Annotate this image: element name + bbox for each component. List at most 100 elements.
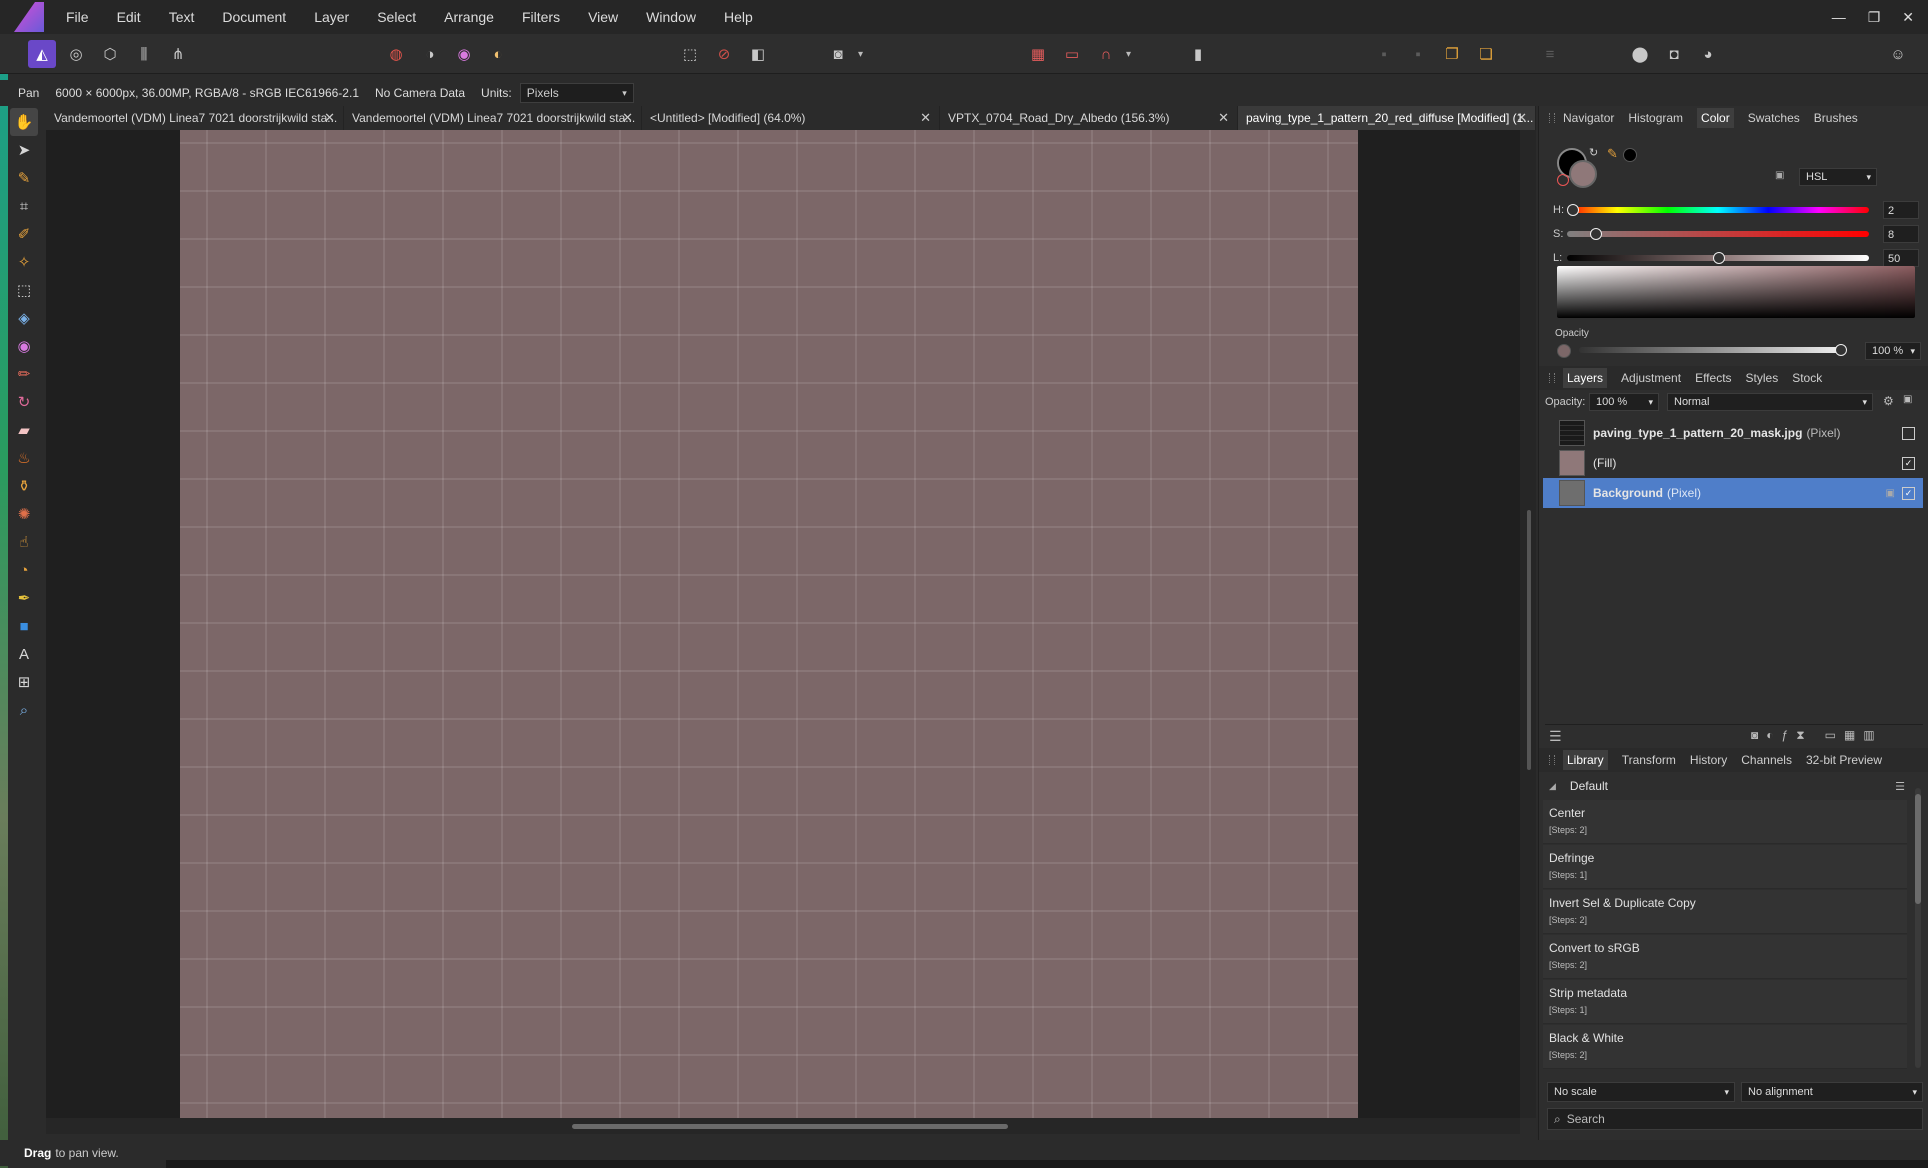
macro-item[interactable]: Invert Sel & Duplicate Copy [Steps: 2] xyxy=(1543,890,1907,934)
rectangle-tool-icon[interactable]: ■ xyxy=(10,612,38,640)
pen-tool-icon[interactable]: ✒ xyxy=(10,584,38,612)
hue-slider[interactable] xyxy=(1567,204,1869,216)
lock-icon[interactable]: ▣ xyxy=(1775,170,1784,181)
macro-item[interactable]: Center [Steps: 2] xyxy=(1543,800,1907,844)
force-pixel-align-icon[interactable]: ▭ xyxy=(1058,40,1086,68)
doc-tab-3[interactable]: <Untitled> [Modified] (64.0%) ✕ xyxy=(642,106,940,130)
subtract-shape-icon[interactable]: ◘ xyxy=(1660,40,1688,68)
menu-filters[interactable]: Filters xyxy=(508,0,574,34)
crop-tool-icon[interactable]: ⌗ xyxy=(10,192,38,220)
menu-text[interactable]: Text xyxy=(155,0,209,34)
close-icon[interactable]: ✕ xyxy=(622,106,633,130)
magic-wand-tool-icon[interactable]: ✧ xyxy=(10,248,38,276)
eyedropper-icon[interactable]: ✎ xyxy=(1607,146,1618,162)
close-icon[interactable]: ✕ xyxy=(920,106,931,130)
tab-effects[interactable]: Effects xyxy=(1695,371,1731,385)
color-replacement-tool-icon[interactable]: ↻ xyxy=(10,388,38,416)
library-scrollbar-thumb[interactable] xyxy=(1915,794,1921,904)
layer-row[interactable]: (Fill) ✓ xyxy=(1543,448,1923,478)
align-icon[interactable]: ≡ xyxy=(1536,40,1564,68)
opacity-slider-knob[interactable] xyxy=(1835,344,1847,356)
deselect-icon[interactable]: ⊘ xyxy=(710,40,738,68)
tab-history[interactable]: History xyxy=(1690,753,1727,767)
layer-row-selected[interactable]: Background (Pixel) ▣ ✓ xyxy=(1543,478,1923,508)
panel-grip-icon[interactable] xyxy=(1549,113,1555,123)
erase-tool-icon[interactable]: ▰ xyxy=(10,416,38,444)
export-persona-icon[interactable]: ⋔ xyxy=(164,40,192,68)
develop-persona-icon[interactable]: ⬡ xyxy=(96,40,124,68)
layer-opacity-dropdown[interactable]: 100 % ▾ xyxy=(1589,393,1659,411)
minimize-icon[interactable]: — xyxy=(1832,9,1846,25)
menu-select[interactable]: Select xyxy=(363,0,430,34)
chevron-down-icon[interactable]: ▾ xyxy=(858,49,868,60)
canvas-area[interactable] xyxy=(46,130,1520,1118)
clone-tool-icon[interactable]: ⚱ xyxy=(10,472,38,500)
hue-value-field[interactable]: 2 xyxy=(1883,201,1919,219)
saturation-slider-knob[interactable] xyxy=(1590,228,1603,240)
layer-row[interactable]: paving_type_1_pattern_20_mask.jpg (Pixel… xyxy=(1543,418,1923,448)
invert-selection-icon[interactable]: ◧ xyxy=(744,40,772,68)
tab-styles[interactable]: Styles xyxy=(1746,371,1779,385)
macro-item[interactable]: Convert to sRGB [Steps: 2] xyxy=(1543,935,1907,979)
document-image-brick-pattern[interactable] xyxy=(180,130,1358,1118)
fx-icon[interactable]: ƒ xyxy=(1782,728,1789,743)
close-icon[interactable]: ✕ xyxy=(324,106,335,130)
chevron-down-icon[interactable]: ▾ xyxy=(1126,49,1136,60)
tab-transform[interactable]: Transform xyxy=(1622,753,1676,767)
macro-item[interactable]: Strip metadata [Steps: 1] xyxy=(1543,980,1907,1024)
intersect-shape-icon[interactable]: ◕ xyxy=(1694,40,1722,68)
selection-brush-tool-icon[interactable]: ✐ xyxy=(10,220,38,248)
saturation-slider[interactable] xyxy=(1567,228,1869,240)
blend-mode-dropdown[interactable]: Normal ▾ xyxy=(1667,393,1873,411)
close-icon[interactable]: ✕ xyxy=(1218,106,1229,130)
color-picker-tool-icon[interactable]: ✎ xyxy=(10,164,38,192)
quick-mask-icon[interactable]: ◙ xyxy=(824,40,852,68)
library-category-header[interactable]: ◢ Default ☰ xyxy=(1545,776,1911,796)
visibility-checkbox[interactable]: ✓ xyxy=(1902,486,1915,500)
text-tool-icon[interactable]: A xyxy=(10,640,38,668)
hue-slider-knob[interactable] xyxy=(1567,204,1579,216)
menu-edit[interactable]: Edit xyxy=(103,0,155,34)
panel-grip-icon[interactable] xyxy=(1549,373,1555,383)
live-filter-icon[interactable]: ⧗ xyxy=(1796,728,1804,743)
gear-icon[interactable]: ⚙ xyxy=(1883,394,1894,408)
red-eye-tool-icon[interactable]: ✺ xyxy=(10,500,38,528)
move-back-icon[interactable]: ▪ xyxy=(1370,40,1398,68)
tab-color[interactable]: Color xyxy=(1697,108,1734,128)
move-to-front-icon[interactable]: ❐ xyxy=(1438,40,1466,68)
move-tool-icon[interactable]: ➤ xyxy=(10,136,38,164)
opacity-slider[interactable] xyxy=(1579,344,1847,356)
auto-white-balance-icon[interactable]: ◐ xyxy=(484,40,512,68)
auto-levels-icon[interactable]: ◍ xyxy=(382,40,410,68)
move-forward-icon[interactable]: ▪ xyxy=(1404,40,1432,68)
opacity-value-dropdown[interactable]: 100 % ▾ xyxy=(1865,342,1921,360)
liquify-persona-icon[interactable]: ◎ xyxy=(62,40,90,68)
menu-arrange[interactable]: Arrange xyxy=(430,0,508,34)
user-account-icon[interactable]: ☺ xyxy=(1884,40,1912,68)
scale-dropdown[interactable]: No scale ▾ xyxy=(1547,1082,1735,1102)
doc-tab-5-active[interactable]: paving_type_1_pattern_20_red_diffuse [Mo… xyxy=(1238,106,1536,130)
tab-adjustment[interactable]: Adjustment xyxy=(1621,371,1681,385)
picked-color-swatch[interactable] xyxy=(1623,148,1637,162)
add-shape-icon[interactable]: ⬤ xyxy=(1626,40,1654,68)
marquee-tool-icon[interactable]: ⬚ xyxy=(10,276,38,304)
tone-mapping-persona-icon[interactable]: ⫼ xyxy=(130,40,158,68)
visibility-checkbox[interactable] xyxy=(1902,426,1915,440)
add-pixel-layer-icon[interactable]: ▦ xyxy=(1844,728,1855,743)
auto-contrast-icon[interactable]: ◑ xyxy=(416,40,444,68)
menu-view[interactable]: View xyxy=(574,0,632,34)
mesh-warp-tool-icon[interactable]: ⊞ xyxy=(10,668,38,696)
lightness-value-field[interactable]: 50 xyxy=(1883,249,1919,267)
collapse-triangle-icon[interactable]: ◢ xyxy=(1549,781,1556,792)
group-folder-icon[interactable]: ▭ xyxy=(1825,728,1836,743)
lightness-slider-knob[interactable] xyxy=(1713,252,1725,264)
no-color-icon[interactable] xyxy=(1557,174,1569,186)
paint-brush-tool-icon[interactable]: ✏ xyxy=(10,360,38,388)
fill-color-well[interactable] xyxy=(1569,160,1597,188)
tab-32-bit-preview[interactable]: 32-bit Preview xyxy=(1806,753,1882,767)
lightness-slider[interactable] xyxy=(1567,252,1869,264)
smudge-tool-icon[interactable]: ☝ xyxy=(10,528,38,556)
mask-layer-icon[interactable]: ◙ xyxy=(1751,728,1758,743)
pan-tool-icon[interactable]: ✋ xyxy=(10,108,38,136)
doc-tab-2[interactable]: Vandemoortel (VDM) Linea7 7021 doorstrij… xyxy=(344,106,642,130)
